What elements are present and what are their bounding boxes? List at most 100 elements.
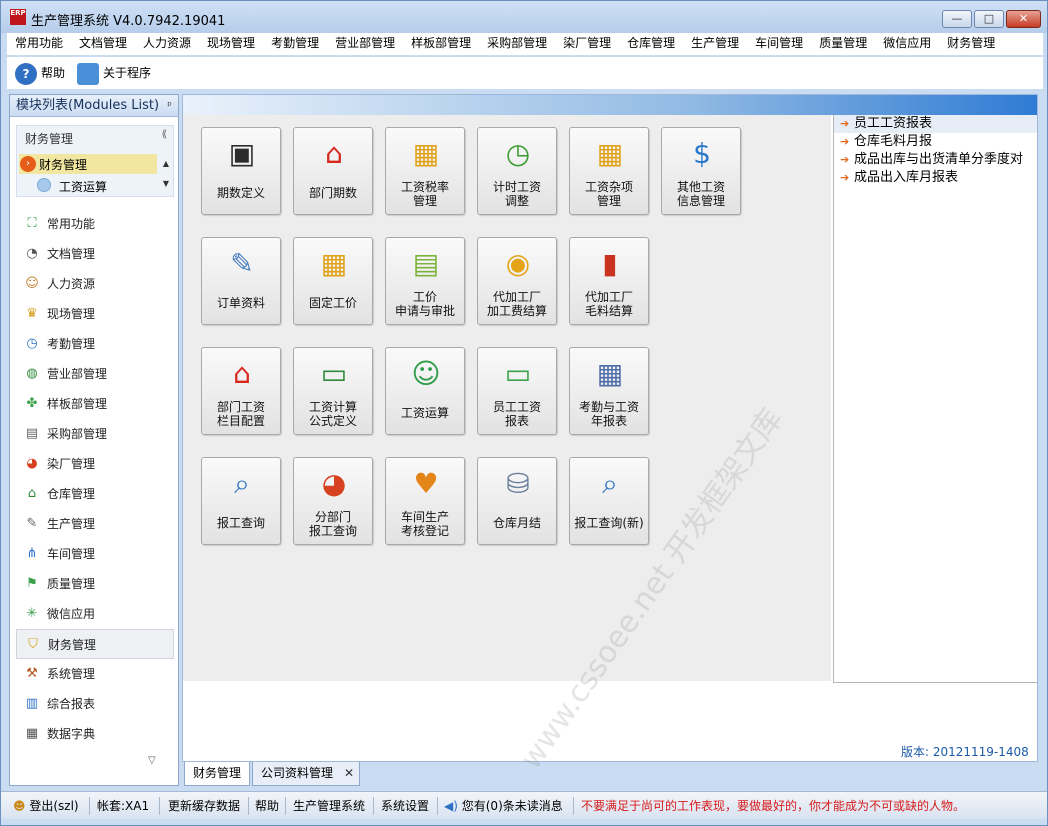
sidebar-item[interactable]: ◕ 染厂管理 <box>16 449 174 479</box>
scroll-up-icon[interactable]: ▲ <box>159 154 173 174</box>
close-button[interactable]: ✕ <box>1006 10 1041 28</box>
sidebar-item[interactable]: ▥ 综合报表 <box>16 689 174 719</box>
function-tile[interactable]: $ 其他工资 信息管理 <box>661 127 741 215</box>
menu-item[interactable]: 营业部管理 <box>327 33 403 53</box>
menu-item[interactable]: 财务管理 <box>939 33 1003 53</box>
function-tile[interactable]: ▤ 工价 申请与审批 <box>385 237 465 325</box>
status-bar: ☻ 登出(szl) 帐套:XA1 更新缓存数据 帮助 生产管理系统 系统设置 ◀… <box>1 791 1047 819</box>
scroll-more-icon[interactable]: ▽ <box>148 755 156 766</box>
function-tile[interactable]: ◉ 代加工厂 加工费结算 <box>477 237 557 325</box>
tile-label: 仓库月结 <box>492 516 541 530</box>
function-tile[interactable]: ◷ 计时工资 调整 <box>477 127 557 215</box>
function-tile[interactable]: ▦ 工资杂项 管理 <box>569 127 649 215</box>
sidebar-item[interactable]: ☺ 人力资源 <box>16 269 174 299</box>
menu-item[interactable]: 考勤管理 <box>263 33 327 53</box>
menu-item[interactable]: 人力资源 <box>135 33 199 53</box>
sidebar-item[interactable]: ⋔ 车间管理 <box>16 539 174 569</box>
sidebar-item[interactable]: ▦ 数据字典 <box>16 719 174 749</box>
sidebar-item[interactable]: ◔ 文档管理 <box>16 239 174 269</box>
module-icon: ♛ <box>26 306 38 321</box>
module-list: ⛶ 常用功能 ◔ 文档管理 ☺ 人力资源 ♛ 现场管理 ◷ 考勤管理 ◍ 营业部管理 ✤ 样板部管理 ▤ 采购… <box>16 209 174 749</box>
help-button[interactable]: ? 帮助 <box>15 61 65 85</box>
function-tile[interactable]: ⌂ 部门期数 <box>293 127 373 215</box>
function-tile[interactable]: ▭ 员工工资 报表 <box>477 347 557 435</box>
sidebar-item[interactable]: ⛶ 常用功能 <box>16 209 174 239</box>
report-item[interactable]: ➔ 仓库毛料月报 <box>834 133 1037 151</box>
menu-item[interactable]: 常用功能 <box>7 33 71 53</box>
function-grid: www.cssoee.net 开发框架文库 ▣ 期数定义 ⌂ 部门期数 ▦ 工资税率 管理… <box>183 115 831 776</box>
status-help-button[interactable]: 帮助 <box>255 797 279 815</box>
collapse-icon[interactable]: ⟪ <box>161 129 167 140</box>
report-item[interactable]: ➔ 成品出入库月报表 <box>834 169 1037 187</box>
menu-bar: 常用功能 文档管理 人力资源 现场管理 考勤管理 营业部管理 样板部管理 采购部管理 染厂管理仓… <box>7 33 1043 55</box>
tile-label: 部门期数 <box>308 186 357 200</box>
minimize-button[interactable]: — <box>942 10 972 28</box>
function-tile[interactable]: ◕ 分部门 报工查询 <box>293 457 373 545</box>
function-tile[interactable]: ▦ 工资税率 管理 <box>385 127 465 215</box>
menu-item[interactable]: 样板部管理 <box>403 33 479 53</box>
scroll-down-icon[interactable]: ▼ <box>159 174 173 194</box>
tile-icon: ⛁ <box>506 467 530 500</box>
circle-icon <box>37 178 51 192</box>
module-icon: ▦ <box>25 726 39 741</box>
report-item[interactable]: ➔ 员工工资报表 <box>834 115 1037 133</box>
function-tile[interactable]: ▭ 工资计算 公式定义 <box>293 347 373 435</box>
tab-company-data[interactable]: 公司资料管理 ✕ <box>252 762 360 786</box>
function-tile[interactable]: ⛁ 仓库月结 <box>477 457 557 545</box>
menu-item[interactable]: 质量管理 <box>811 33 875 53</box>
function-tile[interactable]: ✎ 订单资料 <box>201 237 281 325</box>
function-tile[interactable]: ▮ 代加工厂 毛料结算 <box>569 237 649 325</box>
sidebar-item[interactable]: ⌂ 仓库管理 <box>16 479 174 509</box>
function-tile[interactable]: ⌕ 报工查询(新) <box>569 457 649 545</box>
menu-item[interactable]: 生产管理 <box>683 33 747 53</box>
sidebar-item-label: 综合报表 <box>47 697 96 711</box>
module-icon: ⚒ <box>26 666 38 681</box>
sidebar-item[interactable]: ✎ 生产管理 <box>16 509 174 539</box>
function-tile[interactable]: ▦ 考勤与工资 年报表 <box>569 347 649 435</box>
help-label: 帮助 <box>41 66 66 80</box>
tab-finance[interactable]: 财务管理 <box>184 762 250 786</box>
pin-icon[interactable]: ᵖ <box>167 95 172 117</box>
maximize-button[interactable]: □ <box>974 10 1004 28</box>
sidebar-item[interactable]: ◷ 考勤管理 <box>16 329 174 359</box>
menu-item[interactable]: 采购部管理 <box>479 33 555 53</box>
menu-item[interactable]: 车间管理 <box>747 33 811 53</box>
sidebar-item[interactable]: ♛ 现场管理 <box>16 299 174 329</box>
tile-label: 车间生产 考核登记 <box>400 510 449 538</box>
sidebar-item[interactable]: ⚒ 系统管理 <box>16 659 174 689</box>
function-tile[interactable]: ▦ 固定工价 <box>293 237 373 325</box>
function-tile[interactable]: ▣ 期数定义 <box>201 127 281 215</box>
menu-item[interactable]: 微信应用 <box>875 33 939 53</box>
function-tile[interactable]: ☺ 工资运算 <box>385 347 465 435</box>
close-icon[interactable]: ✕ <box>344 762 354 784</box>
report-item[interactable]: ➔ 成品出库与出货清单分季度对 <box>834 151 1037 169</box>
menu-item[interactable]: 仓库管理 <box>619 33 683 53</box>
logout-button[interactable]: ☻ 登出(szl) <box>13 797 79 815</box>
function-tile[interactable]: ⌂ 部门工资 栏目配置 <box>201 347 281 435</box>
menu-item[interactable]: 染厂管理 <box>555 33 619 53</box>
tree-item-selected[interactable]: › 财务管理 <box>19 154 157 174</box>
report-label: 成品出库与出货清单分季度对 <box>854 152 1024 167</box>
sidebar-item[interactable]: ⛉ 财务管理 <box>16 629 174 659</box>
function-tile[interactable]: ♥ 车间生产 考核登记 <box>385 457 465 545</box>
messages-button[interactable]: ◀) 您有(0)条未读消息 <box>444 797 563 815</box>
settings-button[interactable]: 系统设置 <box>381 797 429 815</box>
menu-item[interactable]: 文档管理 <box>71 33 135 53</box>
sidebar-item[interactable]: ◍ 营业部管理 <box>16 359 174 389</box>
watermark: www.cssoee.net 开发框架文库 <box>513 402 790 776</box>
sidebar-item[interactable]: ▤ 采购部管理 <box>16 419 174 449</box>
about-button[interactable]: 关于程序 <box>77 61 151 85</box>
menu-item[interactable]: 现场管理 <box>199 33 263 53</box>
chevron-right-icon: › <box>20 156 36 172</box>
sidebar-item-label: 仓库管理 <box>47 487 96 501</box>
sidebar-item[interactable]: ✤ 样板部管理 <box>16 389 174 419</box>
system-button[interactable]: 生产管理系统 <box>293 797 365 815</box>
tree-scrollbar[interactable]: ▲ ▼ <box>159 154 173 196</box>
sidebar-item-label: 微信应用 <box>47 607 96 621</box>
sidebar-item[interactable]: ⚑ 质量管理 <box>16 569 174 599</box>
refresh-cache-button[interactable]: 更新缓存数据 <box>168 797 240 815</box>
function-tile[interactable]: ⌕ 报工查询 <box>201 457 281 545</box>
sidebar-item[interactable]: ✳ 微信应用 <box>16 599 174 629</box>
tile-label: 考勤与工资 年报表 <box>578 400 639 428</box>
sidebar-item-label: 人力资源 <box>47 277 96 291</box>
